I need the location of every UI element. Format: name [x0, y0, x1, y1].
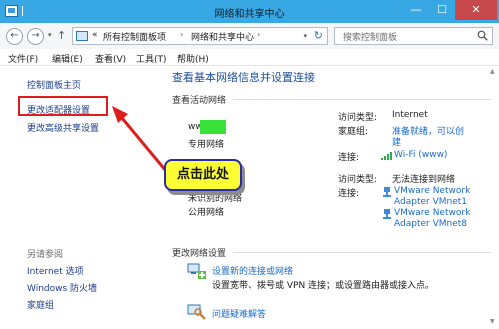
scroll-up-arrow[interactable]: ▲	[490, 68, 495, 75]
homegroup-link-continued[interactable]: 建	[392, 135, 401, 148]
change-settings-label: 更改网络设置	[172, 249, 227, 259]
wifi-connection-link[interactable]: Wi-Fi (www)	[394, 150, 447, 160]
menu-view[interactable]: 查看(V)	[95, 52, 126, 65]
homegroup-link[interactable]: 准备就绪，可以创	[392, 124, 464, 137]
section-divider	[233, 252, 491, 253]
troubleshoot-link[interactable]: 问题疑难解答	[212, 307, 266, 320]
forward-button[interactable]: →	[27, 28, 44, 45]
access-type-value: Internet	[392, 110, 428, 120]
title-bar: 网络和共享中心 — ☐ ✕	[0, 0, 499, 23]
recent-pages-dropdown[interactable]: ▾	[48, 31, 52, 39]
breadcrumb-network-center[interactable]: 网络和共享中心	[191, 30, 254, 43]
highlight-box	[18, 96, 108, 116]
see-also-heading: 另请参阅	[27, 250, 64, 260]
network-adapter-icon	[383, 209, 391, 219]
sidebar-link-windows-firewall[interactable]: Windows 防火墙	[27, 281, 97, 294]
breadcrumb-separator[interactable]: ›	[257, 30, 260, 39]
refresh-icon[interactable]: ↻	[314, 29, 323, 42]
sidebar-link-homegroup[interactable]: 家庭组	[27, 298, 54, 311]
breadcrumb-all-items[interactable]: 所有控制面板项	[103, 30, 166, 43]
new-connection-icon	[187, 263, 206, 279]
breadcrumb-overflow[interactable]: «	[92, 30, 98, 40]
access-type-value: 无法连接到网络	[392, 175, 456, 185]
search-icon[interactable]	[477, 30, 488, 41]
setup-new-connection-link[interactable]: 设置新的连接或网络	[212, 264, 293, 277]
page-title: 查看基本网络信息并设置连接	[172, 71, 315, 84]
search-placeholder: 搜索控制面板	[343, 33, 398, 43]
wifi-signal-icon	[381, 152, 392, 160]
sidebar-link-change-advanced-sharing[interactable]: 更改高级共享设置	[27, 121, 99, 134]
network-name: 未识别的网络	[188, 194, 243, 204]
address-dropdown[interactable]: ▾	[303, 32, 307, 40]
up-button[interactable]: ↑	[57, 29, 66, 42]
setup-new-connection-description: 设置宽带、拨号或 VPN 连接；或设置路由器或接入点。	[212, 281, 435, 291]
main-panel: 查看基本网络信息并设置连接 查看活动网络 ww 专用网络 访问类型: Inter…	[148, 66, 499, 329]
sidebar-link-internet-options[interactable]: Internet 选项	[27, 264, 84, 277]
redaction-block	[200, 120, 226, 134]
section-divider	[233, 99, 491, 100]
network-type[interactable]: 公用网络	[188, 205, 224, 218]
homegroup-label: 家庭组:	[338, 127, 369, 137]
menu-file[interactable]: 文件(F)	[8, 52, 38, 65]
network-adapter-icon	[383, 187, 391, 197]
vmnet8-link[interactable]: VMware Network	[394, 208, 470, 218]
menu-bar: 文件(F) 编辑(E) 查看(V) 工具(T) 帮助(H)	[0, 49, 499, 66]
access-type-label: 访问类型:	[338, 175, 378, 185]
vmnet1-link[interactable]: VMware Network	[394, 186, 470, 196]
breadcrumb-separator[interactable]: ›	[180, 30, 183, 39]
connection-label: 连接:	[338, 189, 360, 199]
troubleshoot-icon	[187, 304, 206, 320]
minimize-button[interactable]: —	[403, 0, 429, 20]
connection-label: 连接:	[338, 153, 360, 163]
control-panel-icon	[76, 31, 88, 41]
scroll-down-arrow[interactable]: ▼	[490, 318, 495, 325]
access-type-label: 访问类型:	[338, 113, 378, 123]
menu-tools[interactable]: 工具(T)	[136, 52, 167, 65]
sidebar-link-control-panel-home[interactable]: 控制面板主页	[27, 78, 81, 91]
active-networks-label: 查看活动网络	[172, 96, 227, 106]
network-type[interactable]: 专用网络	[188, 137, 224, 150]
menu-help[interactable]: 帮助(H)	[177, 52, 209, 65]
vmnet8-link-continued[interactable]: Adapter VMnet8	[394, 219, 467, 229]
navigation-bar: ← → ▾ ↑ « 所有控制面板项 › 网络和共享中心 › ▾ ↻ 搜索控制面板	[0, 23, 499, 49]
search-input[interactable]: 搜索控制面板	[334, 27, 493, 45]
address-bar[interactable]: « 所有控制面板项 › 网络和共享中心 › ▾ ↻	[72, 27, 328, 45]
back-button[interactable]: ←	[6, 28, 23, 45]
click-here-callout: 点击此处	[164, 159, 242, 191]
vmnet1-link-continued[interactable]: Adapter VMnet1	[394, 197, 467, 207]
maximize-button[interactable]: ☐	[429, 0, 455, 20]
menu-edit[interactable]: 编辑(E)	[52, 52, 83, 65]
close-button[interactable]: ✕	[455, 0, 497, 20]
